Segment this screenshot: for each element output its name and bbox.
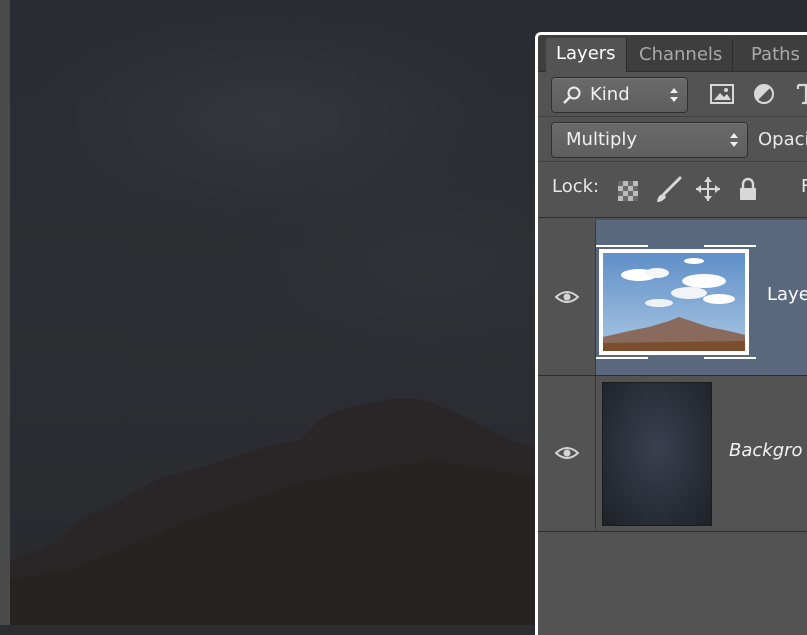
- workspace-edge: [0, 0, 10, 625]
- image-filter-icon[interactable]: [710, 84, 734, 104]
- blend-mode-select[interactable]: Multiply: [551, 122, 748, 158]
- lock-position-icon[interactable]: [695, 176, 721, 202]
- tab-layers[interactable]: Layers: [546, 38, 627, 72]
- filter-kind-label: Kind: [590, 84, 630, 105]
- layers-empty-area: [538, 532, 807, 635]
- layer-body[interactable]: Laye: [596, 220, 807, 375]
- layer-thumbnail-gradient: [602, 382, 712, 526]
- blend-mode-value: Multiply: [566, 129, 638, 150]
- filter-row: Kind: [538, 72, 807, 117]
- tab-paths[interactable]: Paths: [741, 39, 807, 71]
- layer-name[interactable]: Backgro: [729, 440, 803, 461]
- lock-label: Lock:: [552, 176, 600, 197]
- lock-image-pixels-icon[interactable]: [654, 176, 682, 204]
- eye-icon[interactable]: [555, 445, 579, 461]
- selection-corners: [596, 245, 756, 359]
- panel-tab-bar: Layers Channels Paths: [538, 35, 807, 72]
- fill-label: F: [801, 176, 807, 197]
- chevron-updown-icon: [670, 88, 678, 102]
- opacity-label: Opaci: [758, 129, 807, 150]
- filter-kind-select[interactable]: Kind: [551, 77, 688, 113]
- visibility-toggle[interactable]: [538, 220, 596, 375]
- lock-row: Lock: F: [538, 162, 807, 218]
- lock-transparent-pixels-icon[interactable]: [618, 181, 638, 201]
- layer-name[interactable]: Laye: [767, 284, 807, 305]
- lock-all-icon[interactable]: [738, 177, 758, 201]
- adjustment-filter-icon[interactable]: [753, 83, 775, 105]
- search-icon: [563, 86, 581, 104]
- type-filter-icon[interactable]: [796, 83, 807, 105]
- tab-channels[interactable]: Channels: [629, 39, 734, 71]
- chevron-updown-icon: [730, 133, 738, 147]
- blend-row: Multiply Opaci: [538, 117, 807, 162]
- eye-icon[interactable]: [555, 289, 579, 305]
- layers-panel: Layers Channels Paths Kind Multiply Opac…: [535, 32, 807, 635]
- layer-row-layer-1[interactable]: Laye: [538, 220, 807, 376]
- layer-row-background[interactable]: Backgro: [538, 376, 807, 532]
- layer-body[interactable]: Backgro: [596, 376, 807, 531]
- visibility-toggle[interactable]: [538, 376, 596, 531]
